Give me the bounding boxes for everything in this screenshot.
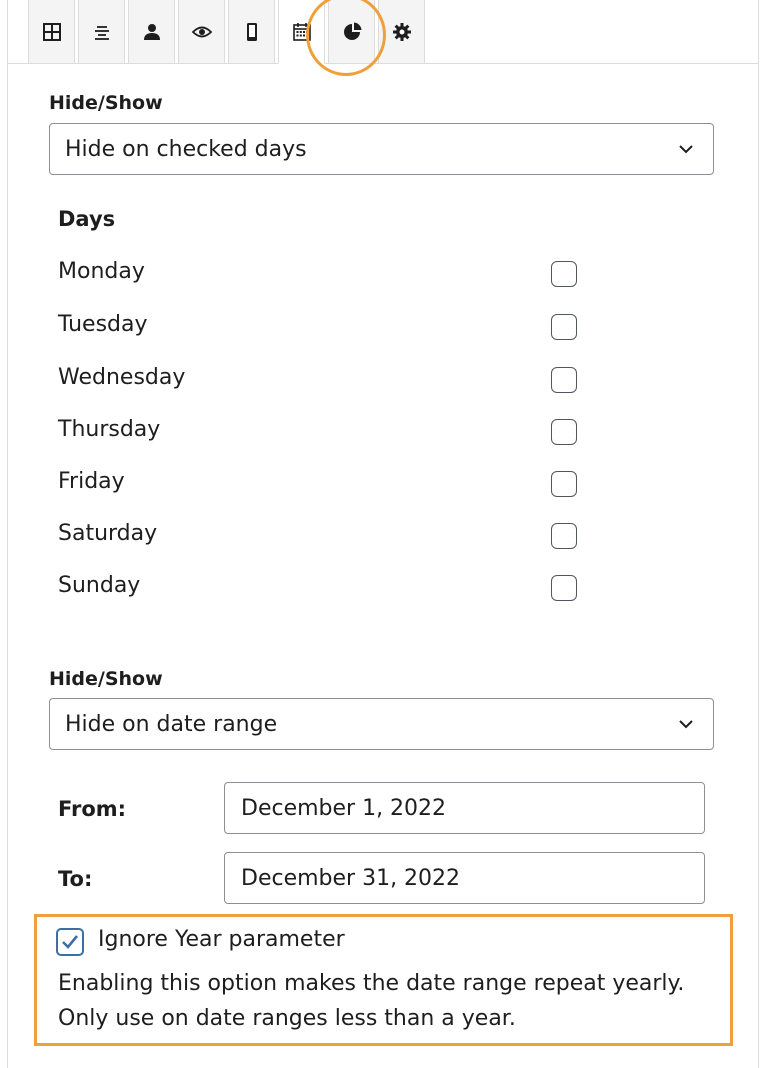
- align-center-icon: [94, 25, 109, 40]
- day-label: Tuesday: [58, 312, 148, 337]
- grid-icon: [42, 22, 61, 41]
- hide-show-select-days[interactable]: Hide on checked days: [49, 123, 714, 175]
- day-checkbox-sunday[interactable]: [551, 575, 577, 601]
- hide-show-label-days: Hide/Show: [49, 92, 163, 114]
- day-row-monday: Monday: [58, 255, 588, 295]
- select-value: Hide on checked days: [65, 136, 307, 162]
- tab-bar: [28, 0, 428, 64]
- hide-show-label-date: Hide/Show: [49, 668, 163, 690]
- hide-show-select-date[interactable]: Hide on date range: [49, 698, 714, 750]
- tab-schedule[interactable]: [278, 0, 325, 64]
- day-checkbox-friday[interactable]: [551, 471, 577, 497]
- day-row-friday: Friday: [58, 465, 588, 505]
- day-checkbox-thursday[interactable]: [551, 419, 577, 445]
- tab-device[interactable]: [228, 0, 275, 64]
- checkmark-icon: [62, 935, 79, 949]
- to-label: To:: [58, 867, 93, 891]
- chevron-down-icon: [679, 145, 693, 154]
- day-row-saturday: Saturday: [58, 517, 588, 557]
- day-checkbox-saturday[interactable]: [551, 523, 577, 549]
- day-label: Friday: [58, 469, 125, 494]
- day-label: Thursday: [58, 417, 161, 442]
- day-label: Saturday: [58, 521, 158, 546]
- day-checkbox-tuesday[interactable]: [551, 314, 577, 340]
- day-row-wednesday: Wednesday: [58, 361, 588, 401]
- chevron-down-icon: [679, 720, 693, 729]
- day-checkbox-monday[interactable]: [551, 261, 577, 287]
- pie-chart-icon: [343, 22, 361, 40]
- day-checkbox-wednesday[interactable]: [551, 367, 577, 393]
- mobile-icon: [246, 22, 257, 41]
- eye-icon: [191, 26, 212, 37]
- day-row-thursday: Thursday: [58, 413, 588, 453]
- tab-alignment[interactable]: [78, 0, 125, 64]
- to-date-input[interactable]: December 31, 2022: [224, 852, 705, 904]
- ignore-year-label[interactable]: Ignore Year parameter: [98, 927, 345, 952]
- ignore-year-help-text: Enabling this option makes the date rang…: [58, 971, 685, 1031]
- day-label: Monday: [58, 259, 145, 284]
- day-label: Wednesday: [58, 365, 186, 390]
- tab-visibility[interactable]: [178, 0, 225, 64]
- days-heading: Days: [58, 207, 116, 231]
- day-row-sunday: Sunday: [58, 569, 588, 609]
- tab-user[interactable]: [128, 0, 175, 64]
- tab-layout[interactable]: [28, 0, 75, 64]
- gear-icon: [392, 22, 411, 41]
- calendar-icon: [292, 22, 311, 41]
- from-date-input[interactable]: December 1, 2022: [224, 782, 705, 834]
- ignore-year-checkbox[interactable]: [56, 928, 84, 956]
- select-value: Hide on date range: [65, 711, 278, 737]
- day-label: Sunday: [58, 573, 141, 598]
- user-icon: [143, 23, 160, 40]
- tab-advanced[interactable]: [328, 0, 375, 64]
- from-label: From:: [58, 797, 127, 821]
- tab-settings[interactable]: [378, 0, 425, 64]
- day-row-tuesday: Tuesday: [58, 308, 588, 348]
